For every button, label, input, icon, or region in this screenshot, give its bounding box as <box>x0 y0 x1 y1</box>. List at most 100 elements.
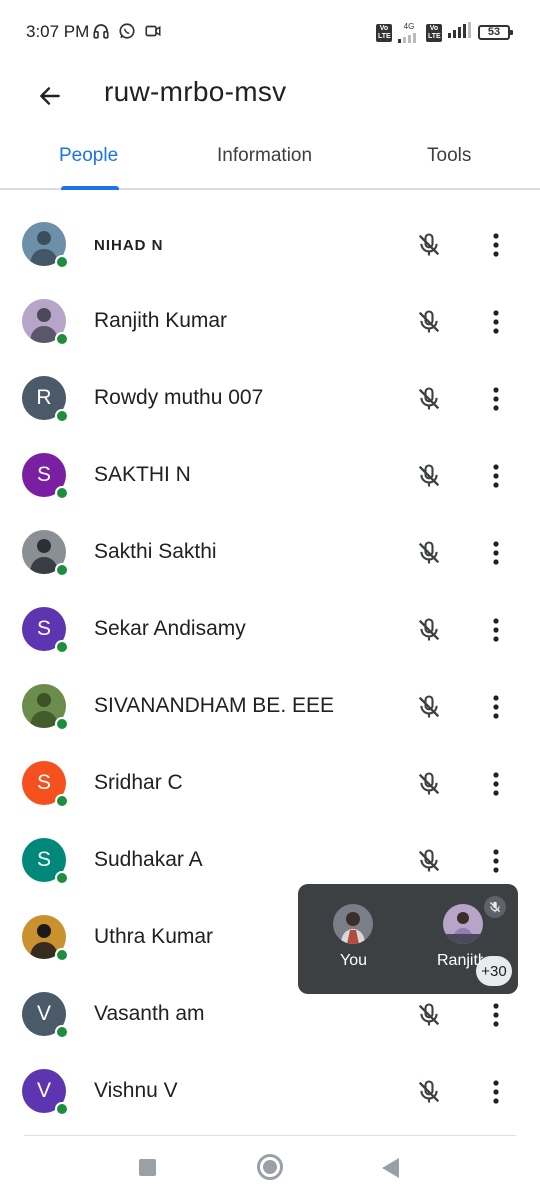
mic-off-icon[interactable] <box>412 228 446 262</box>
floating-meeting-tile[interactable]: You Ranjith +30 <box>298 884 518 994</box>
recents-button[interactable] <box>139 1159 156 1176</box>
participant-row[interactable]: S Sekar Andisamy <box>0 591 540 668</box>
online-status-dot <box>55 332 69 346</box>
mic-off-icon[interactable] <box>412 998 446 1032</box>
participant-name: Vasanth am <box>94 1002 205 1025</box>
mic-off-icon[interactable] <box>412 844 446 878</box>
participant-avatar: V <box>22 1069 69 1116</box>
active-tab-indicator <box>61 186 119 190</box>
video-camera-icon <box>144 22 162 40</box>
online-status-dot <box>55 717 69 731</box>
participant-row[interactable]: Ranjith Kumar <box>0 283 540 360</box>
more-options-icon[interactable] <box>480 1075 512 1109</box>
participant-name: Sridhar C <box>94 771 183 794</box>
participant-avatar: S <box>22 838 69 885</box>
participant-row[interactable]: V Vishnu V <box>0 1053 540 1130</box>
participant-avatar <box>22 530 69 577</box>
participant-name: Sekar Andisamy <box>94 617 246 640</box>
more-options-icon[interactable] <box>480 998 512 1032</box>
mic-off-icon[interactable] <box>412 767 446 801</box>
participant-avatar-ranjith <box>443 904 483 944</box>
home-button[interactable] <box>257 1154 283 1180</box>
more-options-icon[interactable] <box>480 767 512 801</box>
more-options-icon[interactable] <box>480 382 512 416</box>
participant-avatar: S <box>22 453 69 500</box>
status-system-icons: Vo LTE 4G Vo LTE 53 <box>376 21 513 43</box>
self-avatar <box>333 904 373 944</box>
participant-name: Sudhakar A <box>94 848 203 871</box>
signal-sim2-icon <box>448 22 472 43</box>
participant-name: Rowdy muthu 007 <box>94 386 264 409</box>
more-options-icon[interactable] <box>480 690 512 724</box>
volte-badge-sim2: Vo LTE <box>426 23 442 42</box>
online-status-dot <box>55 640 69 654</box>
system-navigation-bar <box>0 1140 540 1200</box>
participant-name: NIHAD N <box>94 237 164 254</box>
signal-sim1: 4G <box>398 21 420 43</box>
self-label: You <box>340 952 367 969</box>
more-options-icon[interactable] <box>480 459 512 493</box>
additional-participants-badge: +30 <box>476 956 512 986</box>
signal-bars-icon <box>398 32 416 43</box>
arrow-back-icon <box>40 87 60 105</box>
more-options-icon[interactable] <box>480 228 512 262</box>
volte-badge-sim1: Vo LTE <box>376 23 392 42</box>
online-status-dot <box>55 794 69 808</box>
online-status-dot <box>55 409 69 423</box>
mic-off-icon[interactable] <box>412 459 446 493</box>
back-button[interactable] <box>30 76 70 116</box>
participant-avatar <box>22 299 69 346</box>
status-bar: 3:07 PM Vo LTE 4G Vo LTE 53 <box>0 0 540 66</box>
battery-indicator: 53 <box>478 25 513 40</box>
participant-row[interactable]: NIHAD N <box>0 206 540 283</box>
participant-avatar: R <box>22 376 69 423</box>
system-back-button[interactable] <box>382 1158 399 1178</box>
meeting-code-title: ruw-mrbo-msv <box>104 76 287 107</box>
participant-row[interactable]: Sakthi Sakthi <box>0 514 540 591</box>
online-status-dot <box>55 255 69 269</box>
participant-name: SIVANANDHAM BE. EEE <box>94 694 335 717</box>
network-type-label: 4G <box>403 21 415 31</box>
mic-off-icon[interactable] <box>412 1075 446 1109</box>
mic-off-icon[interactable] <box>412 305 446 339</box>
participant-name: Uthra Kumar <box>94 925 214 948</box>
mic-off-icon[interactable] <box>412 536 446 570</box>
participant-avatar <box>22 684 69 731</box>
mic-off-icon[interactable] <box>412 382 446 416</box>
participant-name: Vishnu V <box>94 1079 178 1102</box>
app-header: ruw-mrbo-msv <box>0 66 540 122</box>
mic-off-icon <box>484 896 506 918</box>
participant-avatar: V <box>22 992 69 1039</box>
participant-row[interactable]: SIVANANDHAM BE. EEE <box>0 668 540 745</box>
mic-off-icon[interactable] <box>412 613 446 647</box>
tab-tools[interactable]: Tools <box>427 145 471 167</box>
participant-row[interactable]: S SAKTHI N <box>0 437 540 514</box>
more-options-icon[interactable] <box>480 305 512 339</box>
online-status-dot <box>55 1102 69 1116</box>
more-options-icon[interactable] <box>480 613 512 647</box>
tab-people[interactable]: People <box>59 145 118 167</box>
tab-bar: People Information Tools <box>0 130 540 190</box>
participant-name: Ranjith Kumar <box>94 309 228 332</box>
participant-avatar <box>22 915 69 962</box>
more-options-icon[interactable] <box>480 536 512 570</box>
status-time: 3:07 PM <box>26 22 90 41</box>
online-status-dot <box>55 486 69 500</box>
participant-avatar <box>22 222 69 269</box>
online-status-dot <box>55 948 69 962</box>
online-status-dot <box>55 1025 69 1039</box>
list-divider <box>24 1135 516 1136</box>
more-options-icon[interactable] <box>480 844 512 878</box>
whatsapp-icon <box>118 22 136 40</box>
participant-row[interactable]: S Sridhar C <box>0 745 540 822</box>
online-status-dot <box>55 871 69 885</box>
participant-row[interactable]: R Rowdy muthu 007 <box>0 360 540 437</box>
participant-name: SAKTHI N <box>94 463 191 486</box>
online-status-dot <box>55 563 69 577</box>
participant-name: Sakthi Sakthi <box>94 540 217 563</box>
status-notification-icons <box>92 22 162 40</box>
participant-avatar: S <box>22 607 69 654</box>
tab-information[interactable]: Information <box>217 145 312 167</box>
participant-avatar: S <box>22 761 69 808</box>
mic-off-icon[interactable] <box>412 690 446 724</box>
